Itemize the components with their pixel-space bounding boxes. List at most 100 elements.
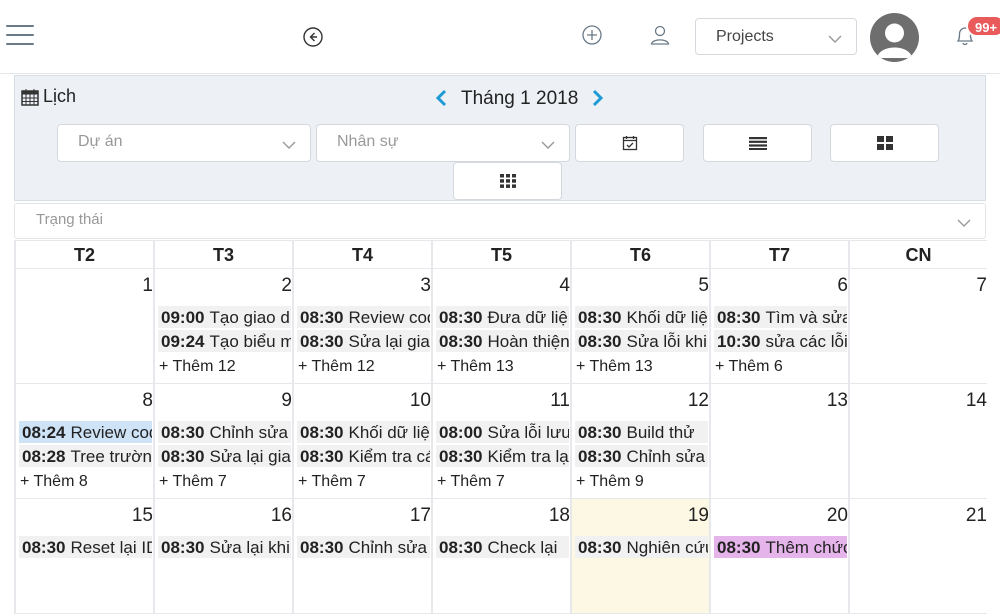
day-number: 8 bbox=[142, 390, 153, 411]
more-events-link[interactable]: + Thêm 6 bbox=[715, 358, 783, 376]
weekday-header: T2 T3 T4 T5 T6 T7 CN bbox=[14, 240, 1000, 269]
calendar-event[interactable]: 08:28Tree trường bbox=[19, 445, 152, 467]
calendar-event[interactable]: 08:30 Check lại bbox=[436, 536, 569, 558]
more-events-link[interactable]: + Thêm 8 bbox=[20, 473, 88, 491]
page-title-text: Lịch bbox=[43, 86, 77, 106]
calendar-week: 8 08:24Review code08:28Tree trường + Thêm … bbox=[14, 384, 1000, 499]
calendar-event[interactable]: 08:30 Chỉnh sửa bbox=[575, 445, 708, 467]
event-title: Sửa lại khi bbox=[209, 538, 290, 557]
calendar-day[interactable]: 21 bbox=[848, 499, 987, 614]
calendar-day[interactable]: 1 bbox=[14, 269, 153, 384]
more-events-link[interactable]: + Thêm 12 bbox=[159, 358, 236, 376]
calendar-day[interactable]: 20 08:30 Thêm chức bbox=[709, 499, 848, 614]
add-icon[interactable] bbox=[581, 24, 603, 46]
calendar-event[interactable]: 08:30 Đưa dữ liệu bbox=[436, 306, 569, 328]
calendar-event[interactable]: 08:30 Reset lại ID bbox=[19, 536, 152, 558]
more-events-link[interactable]: + Thêm 13 bbox=[437, 358, 514, 376]
more-events-link[interactable]: + Thêm 12 bbox=[298, 358, 375, 376]
calendar-day[interactable]: 15 08:30 Reset lại ID bbox=[14, 499, 153, 614]
notification-badge: 99+ bbox=[966, 15, 1000, 37]
calendar-event[interactable]: 08:24Review code bbox=[19, 421, 152, 443]
chevron-left-icon[interactable] bbox=[435, 89, 447, 110]
event-title: Chỉnh sửa bbox=[348, 538, 427, 557]
calendar-event[interactable]: 08:30 Sửa lại khi bbox=[158, 536, 291, 558]
event-time: 09:24 bbox=[161, 332, 205, 351]
event-title: Đưa dữ liệu bbox=[487, 308, 569, 327]
calendar-day[interactable]: 14 bbox=[848, 384, 987, 499]
calendar-event[interactable]: 09:00Tạo giao diện bbox=[158, 306, 291, 328]
calendar-day[interactable]: 13 bbox=[709, 384, 848, 499]
calendar-day[interactable]: 11 08:00 Sửa lỗi lưu 08:30 Kiểm tra lại + Thê… bbox=[431, 384, 570, 499]
day-number: 10 bbox=[409, 390, 431, 411]
event-time: 08:30 bbox=[161, 447, 205, 466]
day-number: 6 bbox=[837, 275, 848, 296]
grid-view-button[interactable] bbox=[830, 124, 939, 162]
calendar-event[interactable]: 08:30 Build thử bbox=[575, 421, 708, 443]
calendar-event[interactable]: 08:30 Tìm và sửa bbox=[714, 306, 847, 328]
calendar-event[interactable]: 08:30Kiểm tra các bbox=[297, 445, 430, 467]
calendar-event[interactable]: 08:30Sửa lại giao bbox=[297, 330, 430, 352]
calendar-day[interactable]: 209:00Tạo giao diện09:24Tạo biểu mẫu+ Th… bbox=[153, 269, 292, 384]
list-view-button[interactable] bbox=[703, 124, 812, 162]
calendar-event[interactable]: 10:30 sửa các lỗi bbox=[714, 330, 847, 352]
calendar-event[interactable]: 08:30 Chỉnh sửa bbox=[297, 536, 430, 558]
event-time: 08:30 bbox=[578, 423, 622, 442]
calendar-event[interactable]: 09:24Tạo biểu mẫu bbox=[158, 330, 291, 352]
staff-filter[interactable]: Nhân sự bbox=[316, 124, 570, 162]
event-time: 10:30 bbox=[717, 332, 761, 351]
calendar-event[interactable]: 08:30 Hoàn thiện bbox=[436, 330, 569, 352]
user-icon[interactable] bbox=[649, 24, 671, 46]
back-icon[interactable] bbox=[302, 26, 324, 48]
project-filter[interactable]: Dự án bbox=[57, 124, 311, 162]
calendar-event[interactable]: 08:00 Sửa lỗi lưu bbox=[436, 421, 569, 443]
calendar-event[interactable]: 08:30Review code bbox=[297, 306, 430, 328]
calendar-event[interactable]: 08:30 Nghiên cứu bbox=[575, 536, 708, 558]
calendar-event[interactable]: 08:30Sửa lại giao bbox=[158, 445, 291, 467]
event-time: 08:30 bbox=[22, 538, 66, 557]
calendar-day[interactable]: 8 08:24Review code08:28Tree trường + Thêm … bbox=[14, 384, 153, 499]
calendar-event[interactable]: 08:30 Thêm chức bbox=[714, 536, 847, 558]
calendar-day[interactable]: 908:30Chỉnh sửa08:30Sửa lại giao+ Thêm 7 bbox=[153, 384, 292, 499]
more-events-link[interactable]: + Thêm 7 bbox=[437, 473, 505, 491]
event-title: Build thử bbox=[626, 423, 695, 442]
calendar-day[interactable]: 17 08:30 Chỉnh sửa bbox=[292, 499, 431, 614]
calendar-day[interactable]: 308:30Review code08:30Sửa lại giao+ Thêm… bbox=[292, 269, 431, 384]
event-title: Sửa lỗi khi bbox=[626, 332, 707, 351]
calendar-day[interactable]: 7 bbox=[848, 269, 987, 384]
month-nav: Tháng 1 2018 bbox=[435, 88, 604, 110]
event-time: 08:30 bbox=[300, 538, 344, 557]
calendar-day[interactable]: 6 08:30 Tìm và sửa 10:30 sửa các lỗi + Thêm 6 bbox=[709, 269, 848, 384]
calendar-view-button[interactable] bbox=[575, 124, 684, 162]
event-title: Hoàn thiện bbox=[487, 332, 569, 351]
apps-view-button[interactable] bbox=[453, 162, 562, 200]
calendar-day[interactable]: 18 08:30 Check lại bbox=[431, 499, 570, 614]
calendar-day[interactable]: 19 08:30 Nghiên cứu bbox=[570, 499, 709, 614]
calendar-event[interactable]: 08:30 Sửa lỗi khi bbox=[575, 330, 708, 352]
event-time: 08:24 bbox=[22, 423, 66, 442]
project-select[interactable]: Projects bbox=[695, 18, 857, 55]
day-number: 17 bbox=[409, 505, 431, 526]
calendar-day[interactable]: 16 08:30 Sửa lại khi bbox=[153, 499, 292, 614]
project-filter-placeholder: Dự án bbox=[78, 133, 123, 150]
more-events-link[interactable]: + Thêm 7 bbox=[159, 473, 227, 491]
chevron-right-icon[interactable] bbox=[592, 89, 604, 110]
month-label: Tháng 1 2018 bbox=[461, 88, 579, 109]
calendar-event[interactable]: 08:30 Kiểm tra lại bbox=[436, 445, 569, 467]
calendar-event[interactable]: 08:30 Chỉnh sửa bbox=[158, 421, 291, 443]
more-events-link[interactable]: + Thêm 9 bbox=[576, 473, 644, 491]
status-filter[interactable]: Trạng thái bbox=[14, 203, 986, 239]
calendar-event[interactable]: 08:30Khối dữ liệu bbox=[575, 306, 708, 328]
calendar-event[interactable]: 08:30Khối dữ liệu bbox=[297, 421, 430, 443]
calendar-day[interactable]: 10 08:30Khối dữ liệu08:30Kiểm tra các + Th… bbox=[292, 384, 431, 499]
more-events-link[interactable]: + Thêm 7 bbox=[298, 473, 366, 491]
more-events-link[interactable]: + Thêm 13 bbox=[576, 358, 653, 376]
calendar-day[interactable]: 4 08:30 Đưa dữ liệu 08:30 Hoàn thiện + Thêm 1… bbox=[431, 269, 570, 384]
list-icon bbox=[748, 137, 767, 150]
chevron-down-icon bbox=[828, 31, 842, 49]
calendar-day[interactable]: 12 08:30 Build thử 08:30 Chỉnh sửa + Thêm 9 bbox=[570, 384, 709, 499]
event-time: 08:30 bbox=[578, 538, 622, 557]
weekday-label: T5 bbox=[431, 240, 570, 269]
menu-icon[interactable] bbox=[6, 25, 34, 49]
avatar[interactable] bbox=[870, 13, 919, 62]
calendar-day[interactable]: 508:30Khối dữ liệu08:30Sửa lỗi khi+ Thêm… bbox=[570, 269, 709, 384]
